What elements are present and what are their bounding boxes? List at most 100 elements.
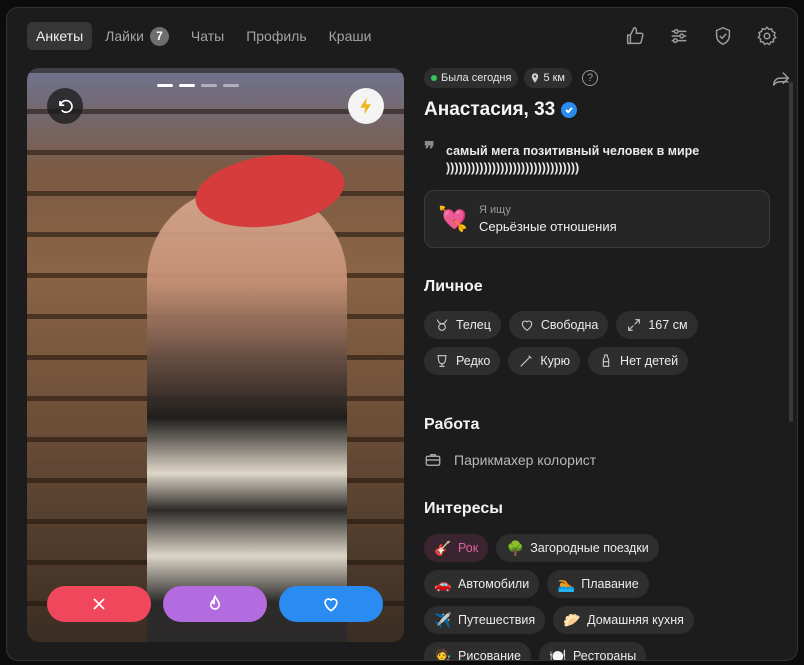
interest-chip[interactable]: 🎸 Рок: [424, 534, 489, 562]
personal-chips: Телец Свободна 167 см Редко Курю Нет дет…: [424, 311, 724, 375]
tab-label: Профиль: [246, 28, 307, 44]
interests-chips: 🎸 Рок 🌳 Загородные поездки 🚗 Автомобили …: [424, 534, 724, 661]
taurus-icon: [436, 319, 448, 331]
lightning-icon: [360, 97, 371, 115]
chip-label: Плавание: [581, 577, 639, 591]
thumbs-up-icon[interactable]: [623, 24, 647, 48]
interests-section-title: Интересы: [424, 500, 503, 517]
help-icon[interactable]: ?: [582, 70, 598, 86]
chip-label: Домашняя кухня: [587, 613, 684, 627]
scrollbar[interactable]: [789, 82, 793, 422]
dislike-button[interactable]: [47, 586, 151, 622]
tab-profile[interactable]: Профиль: [237, 22, 315, 50]
profile-photo[interactable]: [27, 68, 404, 642]
location-pin-icon: [532, 73, 539, 83]
tab-label: Чаты: [190, 28, 225, 44]
distance-text: 5 км: [543, 72, 565, 84]
work-value: Парикмахер колорист: [454, 452, 597, 468]
interest-chip[interactable]: ✈️ Путешествия: [424, 606, 546, 634]
chip-label: Рок: [458, 541, 479, 555]
chip-height: 167 см: [616, 311, 698, 339]
like-button[interactable]: [279, 586, 383, 622]
top-nav: Анкеты Лайки 7 Чаты Профиль Краши: [27, 22, 380, 50]
dumpling-icon: 🥟: [563, 611, 581, 628]
distance-badge: 5 км: [524, 68, 572, 88]
verified-badge-icon: [561, 102, 578, 118]
tab-label: Краши: [328, 28, 372, 44]
quote-icon: ❞: [424, 137, 435, 161]
briefcase-icon: [425, 454, 441, 466]
chip-label: 167 см: [648, 318, 688, 332]
chip-label: Редко: [456, 354, 491, 368]
interest-chip[interactable]: 🏊 Плавание: [547, 570, 649, 598]
interest-chip[interactable]: 🌳 Загородные поездки: [496, 534, 659, 562]
app-window: Анкеты Лайки 7 Чаты Профиль Краши Была с…: [6, 7, 798, 661]
likes-count-badge: 7: [149, 26, 169, 46]
photo-progress-segment[interactable]: [201, 84, 217, 87]
looking-for-card: 💘 Я ищу Серьёзные отношения: [424, 190, 770, 248]
guitar-icon: 🎸: [434, 539, 452, 556]
last-seen-text: Была сегодня: [441, 72, 512, 84]
profile-name-row: Анастасия, 33: [424, 99, 774, 121]
artist-icon: 🧑‍🎨: [434, 647, 452, 661]
airplane-icon: ✈️: [434, 611, 452, 628]
chip-kids: Нет детей: [588, 347, 689, 375]
chip-label: Загородные поездки: [530, 541, 649, 555]
chip-label: Автомобили: [458, 577, 530, 591]
tab-crushes[interactable]: Краши: [320, 22, 381, 50]
bottle-icon: [602, 354, 610, 367]
chip-label: Курю: [540, 354, 571, 368]
photo-progress-segment[interactable]: [223, 84, 239, 87]
tab-chats[interactable]: Чаты: [182, 22, 233, 50]
swipe-actions: [47, 586, 383, 622]
profile-meta: Была сегодня 5 км ?: [424, 68, 790, 88]
last-seen-badge: Была сегодня: [424, 68, 519, 88]
chip-drinking: Редко: [424, 347, 501, 375]
heart-outline-icon: [521, 320, 533, 331]
photo-progress-segment[interactable]: [179, 84, 195, 87]
tree-icon: 🌳: [506, 539, 524, 556]
glass-icon: [437, 355, 447, 367]
interest-chip[interactable]: 🥟 Домашняя кухня: [553, 606, 694, 634]
photo-progress: [157, 84, 239, 87]
chip-label: Нет детей: [620, 354, 679, 368]
flame-icon: [209, 594, 221, 610]
profile-info: Была сегодня 5 км ? Анастасия, 33 ❞ самы…: [424, 68, 790, 661]
gear-icon[interactable]: [755, 24, 779, 48]
chip-label: Рисование: [458, 649, 521, 661]
undo-button[interactable]: [47, 88, 83, 124]
swimmer-icon: 🏊: [557, 575, 575, 592]
shield-check-icon[interactable]: [711, 24, 735, 48]
tab-ankety[interactable]: Анкеты: [27, 22, 93, 50]
bio-text: самый мега позитивный человек в мире )))…: [446, 144, 700, 175]
work-row: Парикмахер колорист: [424, 451, 774, 469]
looking-for-value: Серьёзные отношения: [479, 219, 617, 234]
interest-chip[interactable]: 🍽️ Рестораны: [538, 642, 647, 661]
chip-label: Рестораны: [572, 649, 637, 661]
looking-for-label: Я ищу: [479, 204, 511, 216]
plate-icon: 🍽️: [549, 647, 567, 661]
cigarette-icon: [520, 355, 533, 367]
work-section-title: Работа: [424, 416, 480, 433]
car-icon: 🚗: [434, 575, 452, 592]
top-nav-icons: [623, 24, 779, 48]
chip-zodiac: Телец: [424, 311, 501, 339]
profile-name: Анастасия, 33: [424, 99, 556, 120]
tab-likes[interactable]: Лайки 7: [96, 22, 178, 50]
undo-icon: [59, 99, 73, 114]
chip-label: Свободна: [540, 318, 599, 332]
boost-button[interactable]: [348, 88, 384, 124]
photo-progress-segment[interactable]: [157, 84, 173, 87]
interest-chip[interactable]: 🚗 Автомобили: [424, 570, 540, 598]
personal-section-title: Личное: [424, 278, 483, 295]
heart-icon: [324, 598, 338, 612]
online-dot: [431, 75, 437, 81]
photo-subject: [147, 188, 347, 642]
chip-status: Свободна: [508, 311, 609, 339]
profile-bio: ❞ самый мега позитивный человек в мире )…: [424, 137, 754, 177]
sliders-icon[interactable]: [667, 24, 691, 48]
interest-chip[interactable]: 🧑‍🎨 Рисование: [424, 642, 531, 661]
chip-label: Путешествия: [458, 613, 536, 627]
tab-label: Лайки: [105, 28, 144, 44]
superlike-button[interactable]: [163, 586, 267, 622]
